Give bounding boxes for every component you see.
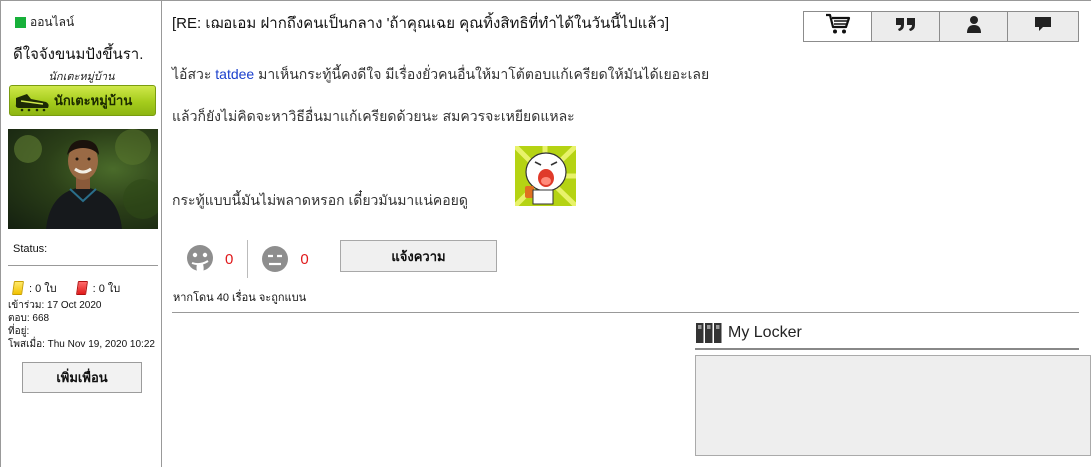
rank-title: นักเตะหมู่บ้าน bbox=[48, 71, 115, 83]
post-text: ไอ้สวะ bbox=[172, 66, 216, 82]
locker-icon bbox=[696, 323, 722, 343]
tab-message[interactable] bbox=[1007, 11, 1079, 42]
emoticon-sticker bbox=[515, 146, 576, 206]
reaction-divider bbox=[247, 240, 249, 278]
tab-quote[interactable] bbox=[871, 11, 940, 42]
yellow-card-icon bbox=[12, 281, 24, 295]
post-title: [RE: เฌอเอม ฝากถึงคนเป็นกลาง 'ถ้าคุณเฉย … bbox=[172, 15, 670, 32]
report-button[interactable]: แจ้งความ bbox=[340, 240, 497, 272]
like-count: 0 bbox=[225, 250, 234, 268]
post-action-tabs bbox=[803, 11, 1079, 42]
yellow-card-count: : 0 ใบ bbox=[29, 283, 57, 295]
quote-icon bbox=[895, 16, 917, 37]
cart-icon bbox=[825, 13, 851, 40]
like-tongue-icon[interactable] bbox=[184, 243, 216, 275]
message-icon bbox=[1033, 15, 1053, 38]
card-record: : 0 ใบ : 0 ใบ bbox=[12, 279, 121, 297]
reply-count: ตอบ: 668 bbox=[8, 313, 50, 324]
user-meta: เข้าร่วม: 17 Oct 2020 ตอบ: 668 ที่อยู่: … bbox=[8, 299, 155, 351]
online-indicator-icon bbox=[15, 17, 26, 28]
dislike-meh-icon[interactable] bbox=[259, 243, 291, 275]
post-text: มาเห็นกระทู้นี้คงดีใจ มีเรื่องยั่วคนอื่น… bbox=[254, 66, 710, 82]
user-icon bbox=[966, 15, 982, 38]
dislike-count: 0 bbox=[300, 250, 309, 268]
avatar[interactable] bbox=[8, 129, 158, 229]
user-panel: ออนไลน์ ดีใจจังขนมปังขึ้นรา. นักเตะหมู่บ… bbox=[1, 1, 162, 467]
status-label: Status: bbox=[13, 243, 48, 255]
football-boot-icon bbox=[10, 86, 54, 115]
location: ที่อยู่: bbox=[8, 326, 30, 337]
post-divider bbox=[172, 312, 1079, 313]
add-friend-button[interactable]: เพิ่มเพื่อน bbox=[22, 362, 142, 393]
tab-cart[interactable] bbox=[803, 11, 872, 42]
username[interactable]: ดีใจจังขนมปังขึ้นรา. bbox=[13, 42, 143, 66]
joined-date: เข้าร่วม: 17 Oct 2020 bbox=[8, 300, 102, 311]
divider bbox=[8, 265, 158, 266]
ban-warning: หากโดน 40 เรื่อน จะถูกแบน bbox=[173, 292, 307, 304]
red-card-icon bbox=[75, 281, 88, 295]
locker-content bbox=[695, 355, 1091, 456]
post-line-2: แล้วก็ยังไม่คิดจะหาวิธีอื่นมาแก้เครียดด้… bbox=[172, 108, 575, 124]
user-mention-link[interactable]: tatdee bbox=[215, 66, 254, 82]
red-card-count: : 0 ใบ bbox=[92, 283, 121, 295]
rank-badge: นักเตะหมู่บ้าน bbox=[9, 85, 156, 116]
rank-badge-label: นักเตะหมู่บ้าน bbox=[54, 93, 133, 108]
posted-time: โพสเมื่อ: Thu Nov 19, 2020 10:22 bbox=[8, 339, 155, 350]
tab-profile[interactable] bbox=[939, 11, 1008, 42]
post-line-1: ไอ้สวะ tatdee มาเห็นกระทู้นี้คงดีใจ มีเร… bbox=[172, 64, 709, 86]
reaction-bar: 0 0 bbox=[184, 240, 309, 278]
post-line-3: กระทู้แบบนี้มันไม่พลาดหรอก เดี๋ยวมันมาแน… bbox=[172, 192, 468, 208]
online-status: ออนไลน์ bbox=[15, 13, 74, 32]
online-label: ออนไลน์ bbox=[30, 15, 75, 29]
locker-heading: My Locker bbox=[696, 323, 802, 343]
locker-title: My Locker bbox=[728, 324, 802, 341]
locker-underline bbox=[695, 348, 1079, 350]
